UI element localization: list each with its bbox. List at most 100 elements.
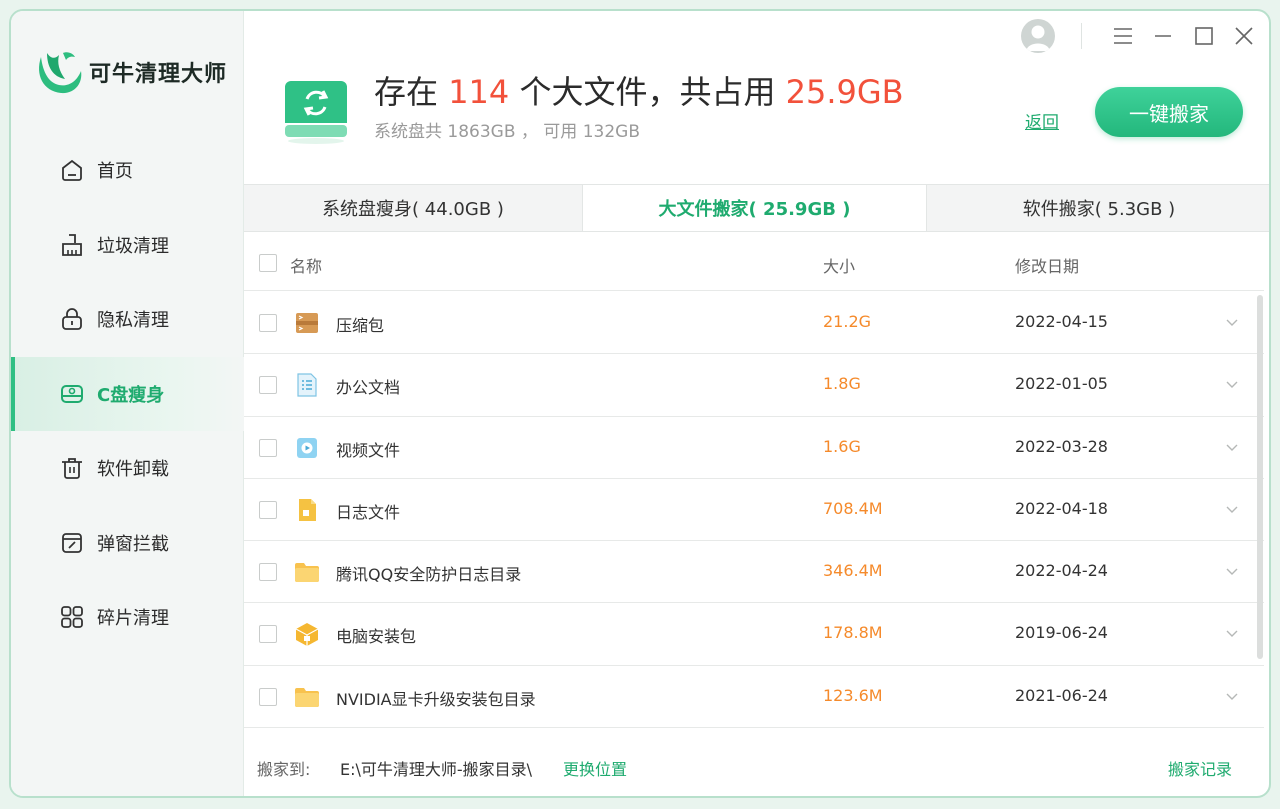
minimize-icon	[1155, 35, 1171, 37]
tab-bar: 系统盘瘦身( 44.0GB ) 大文件搬家( 25.9GB ) 软件搬家( 5.…	[244, 184, 1269, 232]
sidebar-item-defrag[interactable]: 碎片清理	[11, 580, 244, 655]
list-scrollbar[interactable]	[1257, 295, 1263, 659]
sidebar-item-label: 隐私清理	[97, 310, 169, 332]
maximize-button[interactable]	[1192, 24, 1216, 48]
table-row[interactable]: NVIDIA显卡升级安装包目录 123.6M 2021-06-24	[244, 666, 1264, 729]
file-date: 2022-03-28	[1015, 436, 1108, 456]
broom-icon	[59, 232, 85, 258]
file-name: 压缩包	[336, 316, 385, 335]
one-click-move-button[interactable]: 一键搬家	[1095, 87, 1243, 137]
table-row[interactable]: 办公文档 1.8G 2022-01-05	[244, 354, 1264, 417]
move-history-link[interactable]: 搬家记录	[1168, 756, 1232, 780]
sidebar-item-privacy-clean[interactable]: 隐私清理	[11, 282, 244, 357]
video-icon	[297, 437, 317, 458]
disk-usage-subtitle: 系统盘共 1863GB ， 可用 132GB	[374, 122, 640, 142]
file-size: 1.6G	[823, 436, 861, 456]
sidebar-nav: 首页 垃圾清理 隐私清理 C盘瘦身 软件卸载 弹窗拦截 碎片清理	[11, 133, 244, 655]
sidebar-item-label: 弹窗拦截	[97, 533, 169, 555]
trash-icon	[59, 455, 85, 481]
sidebar-item-label: 首页	[97, 161, 133, 183]
disk-icon	[59, 381, 85, 407]
page-title: 存在 114 个大文件，共占用 25.9GB	[374, 67, 904, 113]
chevron-down-icon[interactable]	[1224, 688, 1240, 704]
footer-bar: 搬家到: E:\可牛清理大师-搬家目录\ 更换位置 搬家记录	[244, 752, 1269, 782]
row-checkbox[interactable]	[259, 500, 277, 519]
file-date: 2019-06-24	[1015, 623, 1108, 643]
file-date: 2022-04-15	[1015, 312, 1108, 331]
file-name: NVIDIA显卡升级安装包目录	[336, 689, 536, 709]
title-prefix: 存在	[374, 73, 439, 111]
chevron-down-icon[interactable]	[1224, 376, 1240, 392]
app-logo: 可牛清理大师	[33, 47, 227, 97]
sidebar-item-label: 软件卸载	[97, 459, 169, 481]
close-icon	[1235, 27, 1253, 45]
file-name: 视频文件	[336, 440, 401, 460]
file-name: 腾讯QQ安全防护日志目录	[336, 565, 522, 585]
hamburger-icon	[1114, 28, 1132, 44]
column-header-size: 大小	[823, 257, 856, 276]
column-header-name: 名称	[290, 257, 323, 276]
chevron-down-icon[interactable]	[1224, 439, 1240, 455]
table-header: 名称 大小 修改日期	[244, 233, 1264, 291]
document-icon	[297, 373, 317, 397]
minimize-button[interactable]	[1151, 24, 1175, 48]
chevron-down-icon[interactable]	[1224, 563, 1240, 579]
chevron-down-icon[interactable]	[1224, 501, 1240, 517]
sidebar-item-popup-block[interactable]: 弹窗拦截	[11, 506, 244, 581]
maximize-icon	[1195, 27, 1213, 45]
total-size: 25.9GB	[785, 73, 904, 111]
menu-button[interactable]	[1111, 24, 1135, 48]
sidebar-item-software-uninstall[interactable]: 软件卸载	[11, 431, 244, 506]
table-row[interactable]: 压缩包 21.2G 2022-04-15	[244, 292, 1264, 355]
bird-logo-icon	[39, 52, 82, 94]
table-row[interactable]: 腾讯QQ安全防护日志目录 346.4M 2022-04-24	[244, 541, 1264, 604]
row-checkbox[interactable]	[259, 438, 277, 457]
close-button[interactable]	[1232, 24, 1256, 48]
sidebar-item-junk-clean[interactable]: 垃圾清理	[11, 208, 244, 283]
file-name: 电脑安装包	[336, 627, 417, 647]
home-icon	[59, 157, 85, 183]
sidebar-item-c-drive-slim[interactable]: C盘瘦身	[11, 356, 244, 431]
file-size: 178.8M	[823, 623, 883, 643]
file-date: 2021-06-24	[1015, 685, 1108, 705]
file-size: 346.4M	[823, 561, 883, 581]
select-all-checkbox[interactable]	[259, 254, 277, 272]
file-date: 2022-04-18	[1015, 498, 1108, 518]
column-header-date: 修改日期	[1015, 257, 1080, 276]
row-checkbox[interactable]	[259, 687, 277, 706]
sidebar: 可牛清理大师 首页 垃圾清理 隐私清理 C盘瘦身 软件卸载 弹窗拦截 碎片清理	[11, 11, 244, 796]
app-name: 可牛清理大师	[89, 62, 228, 87]
file-size: 123.6M	[823, 685, 883, 705]
chevron-down-icon[interactable]	[1224, 625, 1240, 641]
log-icon	[299, 498, 316, 521]
move-to-label: 搬家到:	[257, 760, 311, 779]
sidebar-item-label: C盘瘦身	[97, 384, 165, 406]
package-icon	[295, 623, 319, 647]
file-size: 708.4M	[823, 498, 883, 518]
table-row[interactable]: 视频文件 1.6G 2022-03-28	[244, 417, 1264, 479]
grid-icon	[59, 604, 85, 630]
tab-system-disk-slim[interactable]: 系统盘瘦身( 44.0GB )	[244, 185, 583, 231]
archive-icon	[296, 313, 318, 333]
tab-large-file-move[interactable]: 大文件搬家( 25.9GB )	[583, 185, 927, 231]
file-name: 日志文件	[336, 502, 401, 522]
file-name: 办公文档	[336, 378, 401, 398]
row-checkbox[interactable]	[259, 563, 277, 582]
row-checkbox[interactable]	[259, 376, 277, 395]
title-mid: 个大文件，共占用	[519, 73, 776, 111]
app-window: 可牛清理大师 首页 垃圾清理 隐私清理 C盘瘦身 软件卸载 弹窗拦截 碎片清理 …	[9, 9, 1271, 798]
move-target-path: E:\可牛清理大师-搬家目录\	[340, 760, 533, 779]
row-checkbox[interactable]	[259, 625, 277, 644]
change-location-link[interactable]: 更换位置	[563, 756, 627, 780]
file-size: 21.2G	[823, 312, 872, 331]
table-row[interactable]: 日志文件 708.4M 2022-04-18	[244, 479, 1264, 542]
file-count: 114	[448, 73, 510, 111]
table-row[interactable]: 电脑安装包 178.8M 2019-06-24	[244, 603, 1264, 666]
user-avatar[interactable]	[1021, 19, 1055, 53]
tab-software-move[interactable]: 软件搬家( 5.3GB )	[927, 185, 1269, 231]
chevron-down-icon[interactable]	[1224, 314, 1240, 330]
back-link[interactable]: 返回	[1025, 108, 1059, 133]
sidebar-item-home[interactable]: 首页	[11, 133, 244, 208]
file-size: 1.8G	[823, 374, 861, 394]
row-checkbox[interactable]	[259, 314, 277, 332]
